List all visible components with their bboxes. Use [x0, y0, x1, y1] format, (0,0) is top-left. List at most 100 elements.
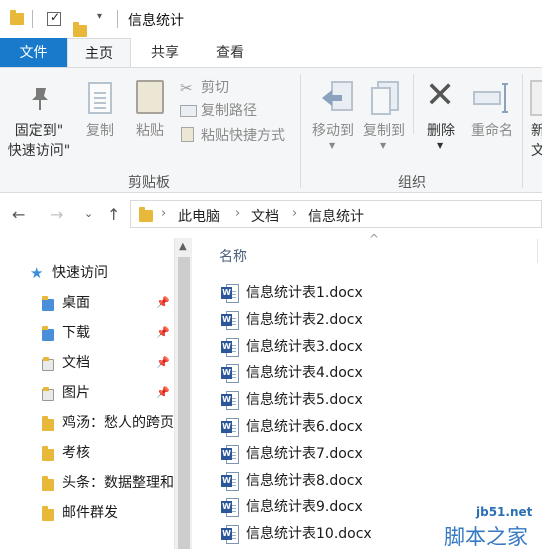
navigation-pane: ★ 快速访问 桌面 📌 下载 📌 文档 📌 图片 📌 鸡汤：愁人的跨页 考核 头… — [0, 238, 173, 549]
file-name: 信息统计表9.docx — [246, 499, 363, 516]
scroll-up-arrow-icon[interactable]: ▲ — [179, 241, 187, 252]
folder-icon — [139, 207, 153, 222]
tab-share[interactable]: 共享 — [137, 38, 193, 68]
copy-to-button[interactable]: 复制到 — [360, 121, 408, 141]
nav-item-folder[interactable]: 邮件群发 — [0, 500, 173, 526]
file-row[interactable]: W 信息统计表8.docx — [192, 467, 542, 493]
new-folder-icon[interactable] — [73, 22, 87, 37]
quick-access-item[interactable]: ★ 快速访问 — [0, 260, 173, 286]
title-bar: ▾ 信息统计 — [0, 0, 542, 38]
nav-pane-scrollbar[interactable]: ▲ — [174, 238, 192, 549]
word-document-icon: W — [221, 444, 239, 464]
properties-check-icon[interactable] — [47, 10, 61, 26]
up-arrow-icon[interactable]: ↑ — [107, 205, 120, 224]
recent-locations-chevron-icon[interactable]: ⌄ — [84, 207, 93, 220]
word-document-icon: W — [221, 471, 239, 491]
file-name: 信息统计表6.docx — [246, 419, 363, 435]
nav-item-downloads[interactable]: 下载 📌 — [0, 320, 173, 346]
scrollbar-thumb[interactable] — [178, 257, 190, 549]
nav-item-pictures[interactable]: 图片 📌 — [0, 380, 173, 406]
word-document-icon: W — [221, 391, 239, 411]
folder-icon — [42, 416, 54, 431]
file-name: 信息统计表10.docx — [246, 526, 372, 543]
clipboard-group-label: 剪贴板 — [128, 175, 170, 191]
ribbon: 固定到" 快速访问" 复制 粘贴 ✂ 剪切 复制路径 粘贴快捷方式 剪贴板 移动… — [0, 67, 542, 193]
breadcrumb-separator-icon[interactable]: › — [161, 206, 166, 221]
delete-dropdown-icon[interactable]: ▼ — [437, 141, 443, 150]
new-folder-icon — [530, 80, 542, 116]
tab-file[interactable]: 文件 — [0, 38, 67, 68]
quick-access-label: 快速访问 — [52, 265, 108, 281]
copy-icon — [88, 82, 112, 114]
file-row[interactable]: W 信息统计表2.docx — [192, 306, 542, 332]
file-row[interactable]: W 信息统计表1.docx — [192, 279, 542, 305]
copy-to-icon — [371, 81, 399, 115]
breadcrumb-info-stats[interactable]: 信息统计 — [308, 206, 364, 226]
file-name: 信息统计表5.docx — [246, 392, 363, 409]
paste-shortcut-button[interactable]: 粘贴快捷方式 — [201, 126, 285, 146]
sort-ascending-icon: ^ — [369, 232, 380, 246]
cut-button[interactable]: 剪切 — [201, 78, 229, 98]
file-row[interactable]: W 信息统计表4.docx — [192, 359, 542, 385]
word-document-icon: W — [221, 418, 239, 437]
nav-item-documents[interactable]: 文档 📌 — [0, 350, 173, 376]
move-to-button[interactable]: 移动到 — [309, 121, 357, 141]
navigation-bar: ← → ⌄ ↑ › 此电脑 › 文档 › 信息统计 — [0, 193, 542, 235]
customize-qat-dropdown-icon[interactable]: ▾ — [97, 11, 102, 22]
new-button[interactable]: 新 文 — [528, 121, 542, 161]
scissors-icon: ✂ — [180, 79, 193, 97]
copy-to-dropdown-icon[interactable]: ▼ — [380, 141, 386, 150]
folder-icon — [10, 10, 24, 25]
word-document-icon: W — [221, 337, 239, 357]
desktop-icon — [42, 296, 54, 311]
file-list-pane: ^ 名称 W 信息统计表1.docx W 信息统计表2.docx W 信息统计表3.doc… — [192, 232, 542, 549]
tab-home[interactable]: 主页 — [67, 38, 131, 68]
nav-item-desktop[interactable]: 桌面 📌 — [0, 290, 173, 316]
rename-button[interactable]: 重命名 — [465, 121, 519, 141]
copy-path-button[interactable]: 复制路径 — [201, 101, 257, 121]
breadcrumb-this-pc[interactable]: 此电脑 — [178, 206, 220, 226]
downloads-icon — [42, 326, 54, 341]
forward-arrow-icon[interactable]: → — [50, 205, 63, 224]
move-to-icon — [322, 81, 353, 111]
nav-item-folder[interactable]: 鸡汤：愁人的跨页 — [0, 410, 173, 436]
word-document-icon: W — [221, 498, 239, 518]
nav-item-label: 下载 — [62, 325, 90, 341]
column-divider[interactable] — [537, 239, 538, 263]
divider — [32, 10, 33, 28]
nav-item-folder[interactable]: 考核 — [0, 440, 173, 466]
file-name: 信息统计表2.docx — [246, 311, 363, 328]
nav-item-folder[interactable]: 头条：数据整理和 — [0, 470, 173, 496]
copy-path-icon — [180, 105, 197, 117]
pin-quick-access-button[interactable]: 固定到" 快速访问" — [6, 121, 72, 161]
file-row[interactable]: W 信息统计表7.docx — [192, 440, 542, 466]
breadcrumb-documents[interactable]: 文档 — [251, 206, 279, 226]
breadcrumb-separator-icon[interactable]: › — [292, 206, 297, 221]
delete-button[interactable]: 删除 — [421, 121, 461, 141]
column-header-name[interactable]: 名称 — [219, 246, 247, 266]
back-arrow-icon[interactable]: ← — [12, 205, 25, 224]
nav-item-label: 桌面 — [62, 295, 90, 311]
watermark: jb51.net 脚本之家 — [440, 505, 542, 549]
file-row[interactable]: W 信息统计表5.docx — [192, 386, 542, 412]
breadcrumb-separator-icon[interactable]: › — [235, 206, 240, 221]
paste-button[interactable]: 粘贴 — [130, 121, 170, 141]
file-name: 信息统计表1.docx — [246, 285, 363, 301]
rename-icon — [473, 83, 508, 113]
nav-item-label: 鸡汤：愁人的跨页 — [62, 415, 173, 431]
address-bar[interactable]: › 此电脑 › 文档 › 信息统计 — [130, 200, 542, 228]
file-row[interactable]: W 信息统计表3.docx — [192, 333, 542, 359]
pin-icon: 📌 — [156, 296, 170, 309]
file-row[interactable]: W 信息统计表6.docx — [192, 413, 542, 439]
move-to-dropdown-icon[interactable]: ▼ — [329, 141, 335, 150]
star-icon: ★ — [30, 264, 44, 282]
copy-button[interactable]: 复制 — [80, 121, 120, 141]
organize-group-label: 组织 — [398, 175, 426, 191]
pin-label-line2: 快速访问" — [7, 143, 71, 159]
tab-view[interactable]: 查看 — [200, 38, 260, 68]
ribbon-tabs: 文件 主页 共享 查看 — [0, 38, 542, 68]
pin-icon — [32, 88, 48, 110]
pin-label-line1: 固定到" — [14, 123, 64, 139]
nav-item-label: 邮件群发 — [62, 505, 118, 521]
folder-icon — [42, 476, 54, 491]
